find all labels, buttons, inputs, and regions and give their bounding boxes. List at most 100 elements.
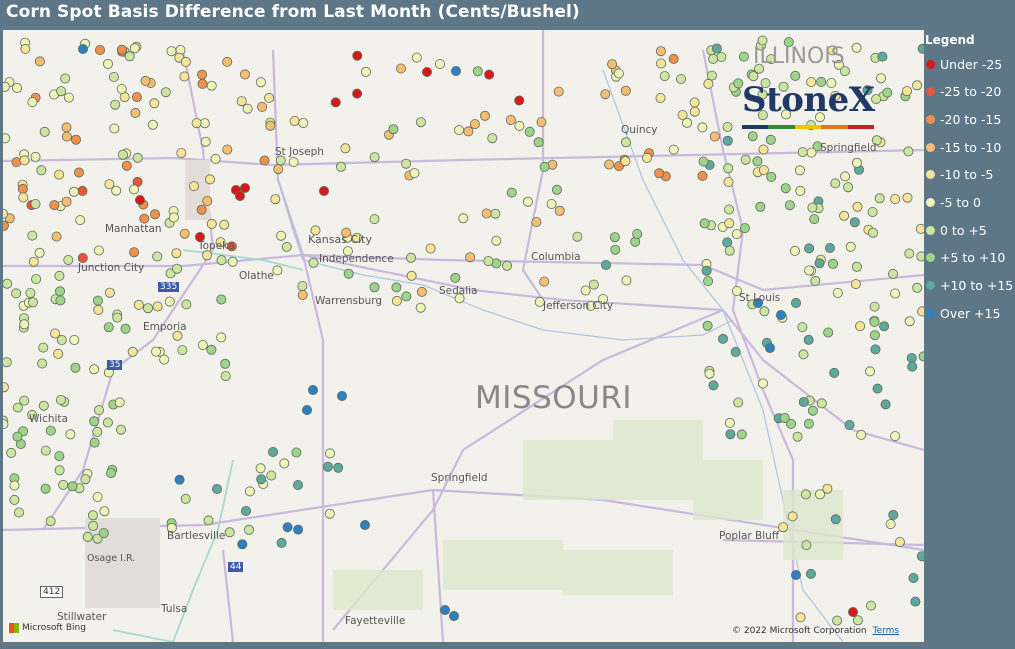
basis-dot xyxy=(391,282,402,293)
basis-dot xyxy=(880,399,891,410)
legend-item[interactable]: -25 to -20 xyxy=(926,84,1001,100)
basis-dot xyxy=(149,209,160,220)
basis-dot xyxy=(206,218,217,229)
basis-dot xyxy=(240,505,251,516)
basis-dot xyxy=(869,316,880,327)
basis-dot xyxy=(904,248,915,259)
basis-dot xyxy=(224,527,235,538)
basis-dot xyxy=(704,368,715,379)
basis-dot xyxy=(882,87,893,98)
basis-dot xyxy=(3,220,9,231)
basis-dot xyxy=(795,612,806,623)
basis-dot xyxy=(823,327,834,338)
basis-dot xyxy=(369,282,380,293)
basis-dot xyxy=(336,390,347,401)
basis-dot xyxy=(40,445,51,456)
basis-dot xyxy=(202,195,213,206)
basis-dot xyxy=(613,68,624,79)
basis-dot xyxy=(39,126,50,137)
basis-dot xyxy=(655,46,666,57)
basis-dot xyxy=(620,156,631,167)
basis-dot xyxy=(708,380,719,391)
basis-dot xyxy=(910,596,921,607)
basis-dot xyxy=(677,110,688,121)
basis-dot xyxy=(702,320,713,331)
basis-dot xyxy=(293,524,304,535)
basis-dot xyxy=(322,461,333,472)
basis-dot xyxy=(279,458,290,469)
basis-dot xyxy=(270,194,281,205)
basis-dot xyxy=(201,250,212,261)
map-canvas[interactable]: St Joseph Kansas City Independence Manha… xyxy=(3,30,924,642)
legend-item[interactable]: 0 to +5 xyxy=(926,222,987,238)
basis-dot xyxy=(778,522,789,533)
basis-dot xyxy=(830,514,841,525)
highway-shield-35: 35 xyxy=(107,360,123,370)
basis-dot xyxy=(151,346,162,357)
basis-dot xyxy=(546,198,557,209)
basis-dot xyxy=(755,201,766,212)
basis-dot xyxy=(906,352,917,363)
legend-item[interactable]: +10 to +15 xyxy=(926,278,1013,294)
basis-dot xyxy=(34,247,45,258)
basis-dot xyxy=(55,286,66,297)
legend-item[interactable]: Under -25 xyxy=(926,56,1002,72)
legend-label: -5 to 0 xyxy=(940,195,981,210)
basis-dot xyxy=(20,43,31,54)
basis-dot xyxy=(632,228,643,239)
basis-dot xyxy=(114,397,125,408)
basis-dot xyxy=(536,117,547,128)
basis-dot xyxy=(301,404,312,415)
basis-dot xyxy=(200,136,211,147)
legend-item[interactable]: -5 to 0 xyxy=(926,195,981,211)
bing-attribution[interactable]: Microsoft Bing xyxy=(9,623,86,633)
basis-dot xyxy=(890,194,901,205)
legend-item[interactable]: -10 to -5 xyxy=(926,167,993,183)
terms-link[interactable]: Terms xyxy=(873,626,900,636)
basis-dot xyxy=(890,288,901,299)
basis-dot xyxy=(789,245,800,256)
legend-item[interactable]: -15 to -10 xyxy=(926,139,1001,155)
basis-dot xyxy=(828,258,839,269)
basis-dot xyxy=(607,59,618,70)
basis-dot xyxy=(804,265,815,276)
basis-dot xyxy=(219,219,230,230)
basis-dot xyxy=(243,524,254,535)
basis-dot xyxy=(514,95,525,106)
basis-dot xyxy=(181,299,192,310)
basis-dot xyxy=(830,178,841,189)
place-junction-city: Junction City xyxy=(78,262,145,274)
basis-dot xyxy=(801,540,812,551)
basis-dot xyxy=(848,607,859,618)
basis-dot xyxy=(472,66,483,77)
basis-dot xyxy=(822,483,833,494)
place-illinois: ILLINOIS xyxy=(753,44,845,69)
basis-dot xyxy=(58,479,69,490)
basis-dot xyxy=(501,260,512,271)
basis-dot xyxy=(106,468,117,479)
basis-dot xyxy=(832,287,843,298)
legend-item[interactable]: -20 to -15 xyxy=(926,111,1001,127)
basis-dot xyxy=(904,316,915,327)
basis-dot xyxy=(292,479,303,490)
place-st-joseph: St Joseph xyxy=(275,146,324,158)
basis-dot xyxy=(765,134,776,145)
basis-dot xyxy=(206,344,217,355)
basis-dot xyxy=(30,198,41,209)
basis-dot xyxy=(82,531,93,542)
basis-dot xyxy=(297,280,308,291)
legend-label: +10 to +15 xyxy=(940,278,1014,294)
basis-dot xyxy=(196,204,207,215)
basis-dot xyxy=(38,342,49,353)
legend-item[interactable]: +5 to +10 xyxy=(926,250,1005,266)
stonex-logo: StoneX xyxy=(740,80,880,136)
basis-dot xyxy=(725,429,736,440)
basis-dot xyxy=(180,493,191,504)
basis-dot xyxy=(797,322,808,333)
basis-dot xyxy=(333,462,344,473)
basis-dot xyxy=(54,465,65,476)
basis-dot xyxy=(160,87,171,98)
basis-dot xyxy=(912,80,923,91)
legend-item[interactable]: Over +15 xyxy=(926,305,1000,321)
basis-dot xyxy=(11,157,22,168)
